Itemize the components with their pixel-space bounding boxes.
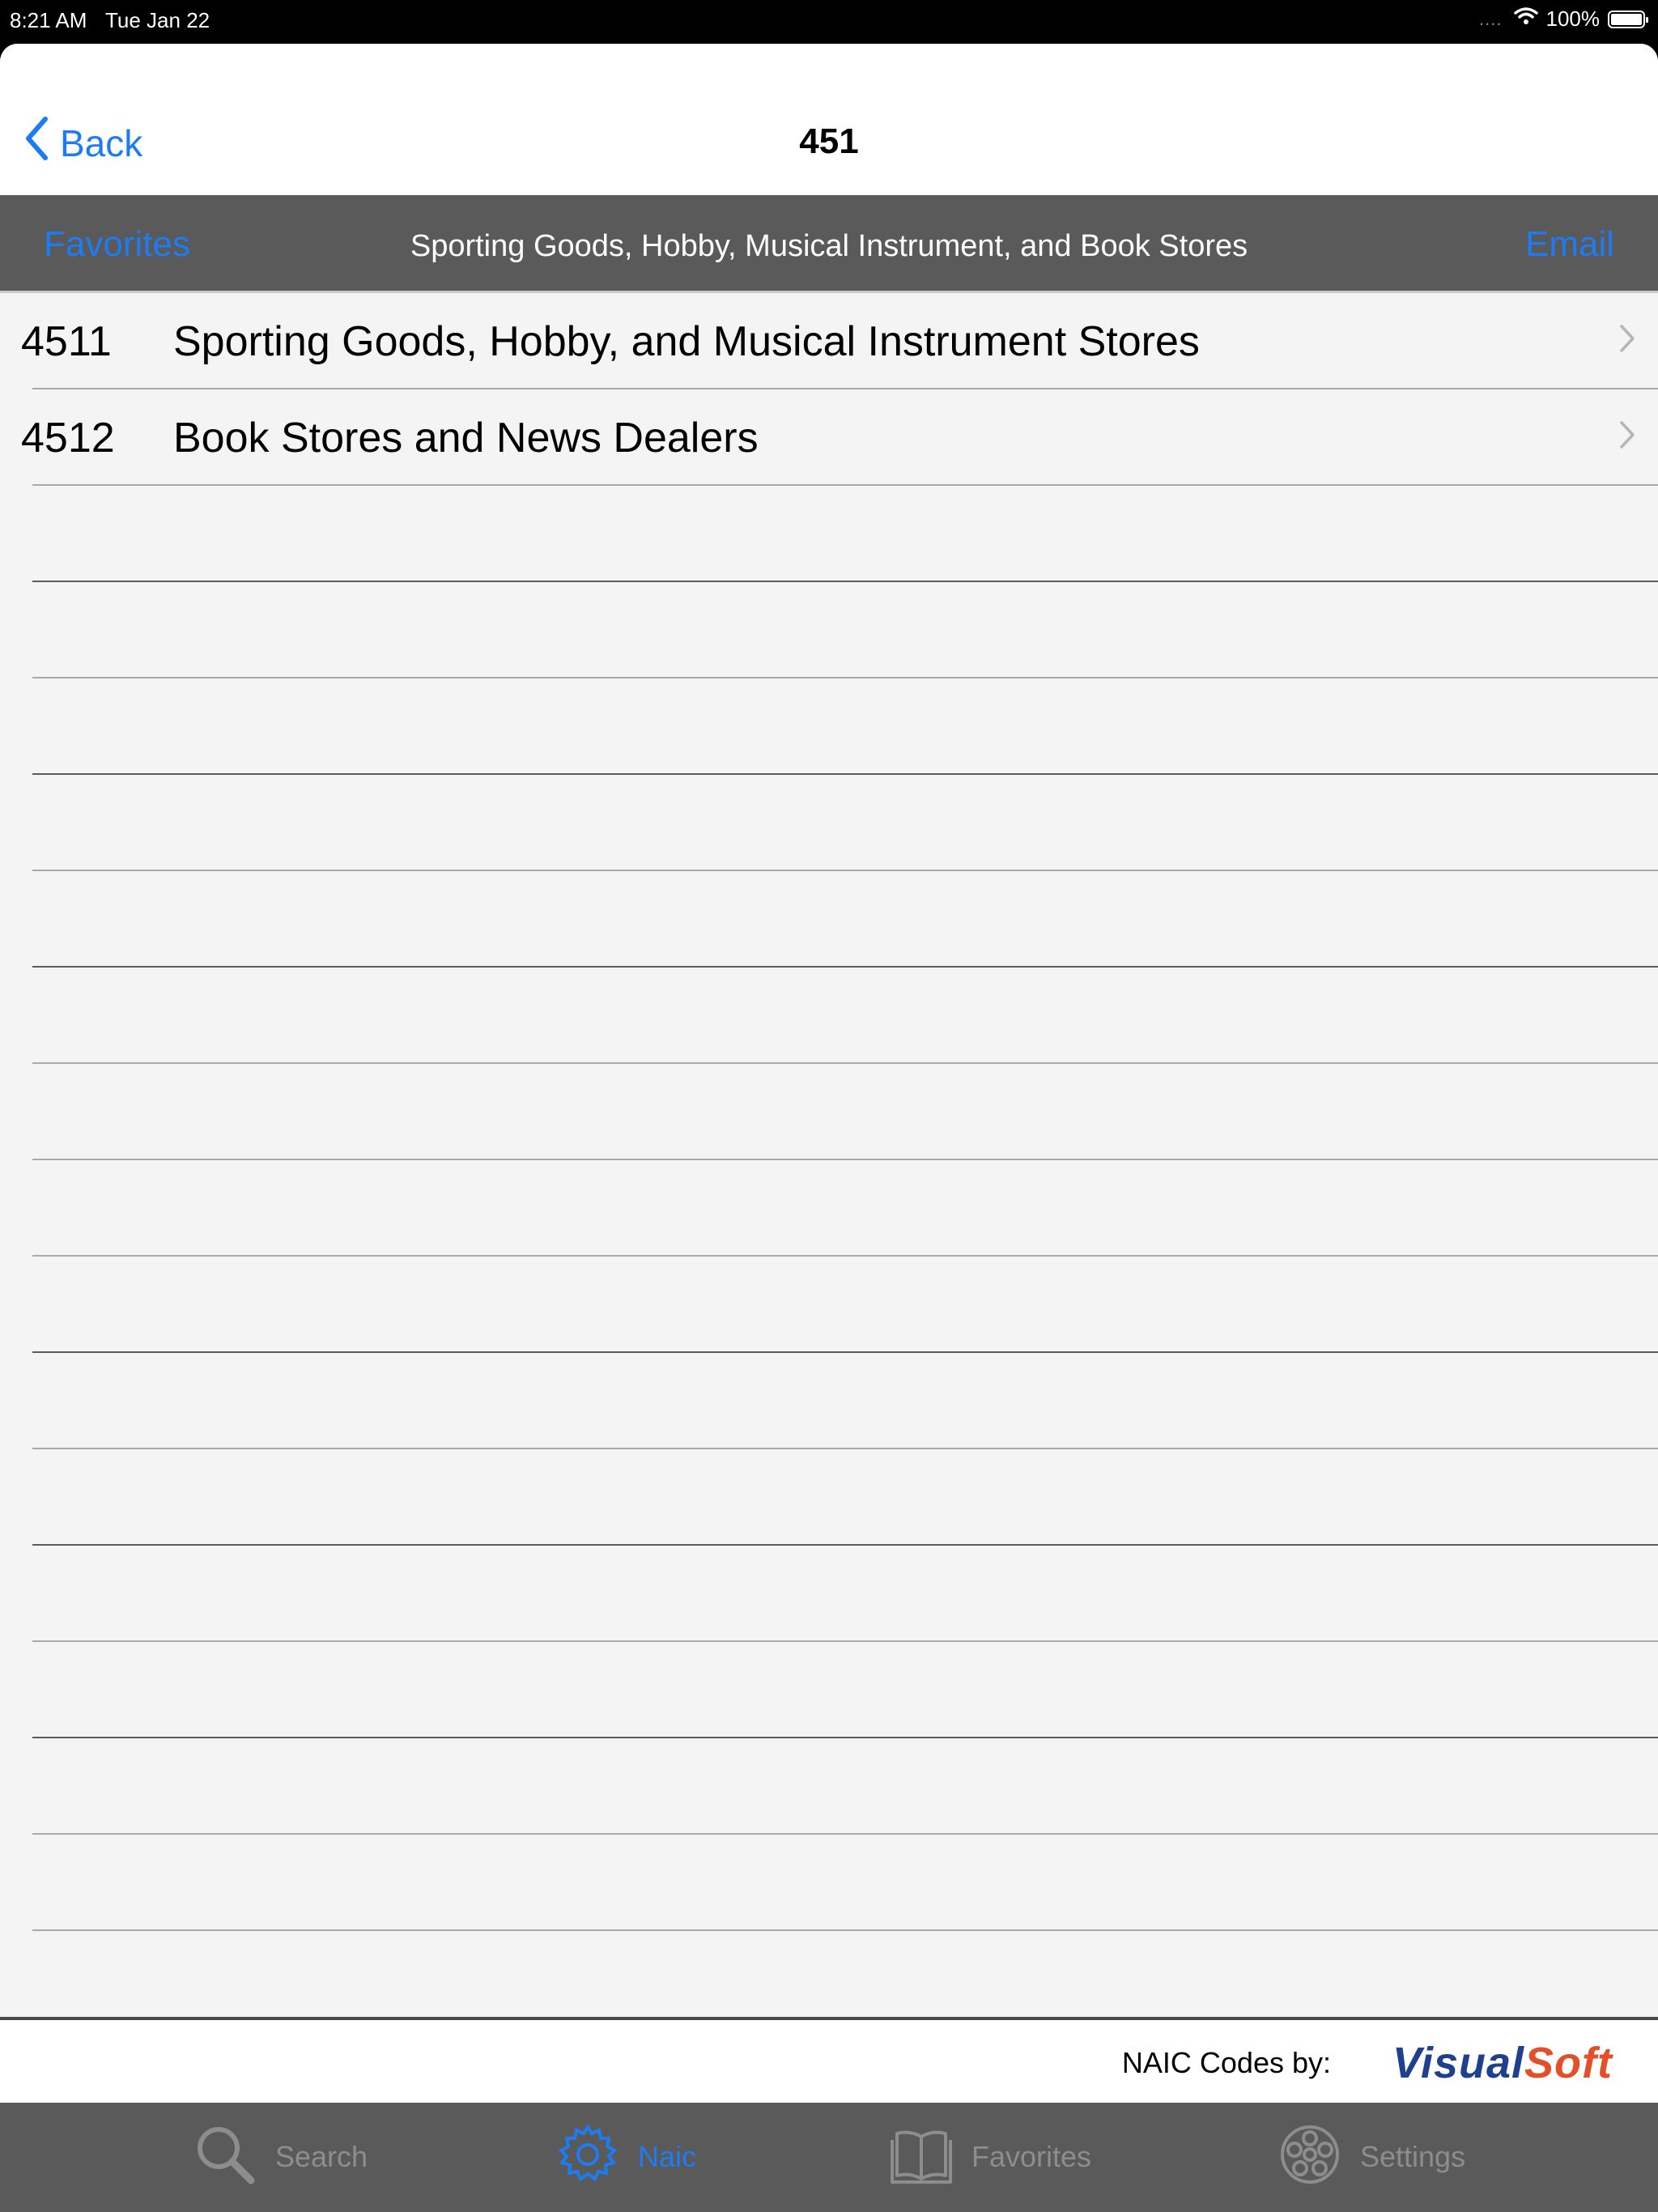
category-toolbar: Favorites Sporting Goods, Hobby, Musical… [0,195,1658,293]
email-button[interactable]: Email [1525,224,1614,265]
empty-row [32,1064,1658,1160]
app-window: Back 451 Favorites Sporting Goods, Hobby… [0,44,1658,2212]
battery-fill [1611,13,1642,25]
navigation-bar: Back 451 [0,44,1658,195]
empty-row [32,1449,1658,1546]
footer-credit: NAIC Codes by: VisualSoft [0,2017,1658,2103]
tab-favorites[interactable]: Favorites [889,2122,1091,2191]
page-title: 451 [799,121,859,161]
status-indicators: .... 100% [1479,6,1648,32]
status-date: Tue Jan 22 [105,8,210,32]
empty-row [32,1642,1658,1738]
empty-row [32,1738,1658,1835]
logo-part-visual: Visual [1392,2039,1525,2087]
row-code: 4512 [21,415,115,462]
empty-row [32,871,1658,968]
tab-label: Settings [1360,2139,1466,2173]
search-icon [193,2122,257,2191]
empty-row [32,1835,1658,1931]
film-reel-icon [1278,2122,1342,2191]
chevron-right-icon [1619,324,1635,357]
empty-row [32,1546,1658,1642]
tab-bar: Search Naic Favorites Settings [0,2103,1658,2212]
book-icon [889,2122,954,2191]
row-code: 4511 [21,318,112,365]
empty-row [32,678,1658,775]
logo-part-soft: Soft [1524,2039,1613,2087]
tab-naic[interactable]: Naic [555,2122,696,2191]
tab-settings[interactable]: Settings [1278,2122,1465,2191]
code-list: 4511 Sporting Goods, Hobby, and Musical … [0,293,1658,1931]
row-title: Sporting Goods, Hobby, and Musical Instr… [173,318,1200,365]
empty-row [32,1160,1658,1257]
tab-search[interactable]: Search [193,2122,368,2191]
tab-label: Naic [638,2139,697,2173]
tab-label: Favorites [971,2139,1092,2173]
empty-row [32,968,1658,1064]
wifi-icon [1513,6,1538,32]
tab-label: Search [275,2139,368,2173]
chevron-right-icon [1619,420,1635,453]
row-title: Book Stores and News Dealers [173,415,759,462]
empty-row [32,486,1658,582]
empty-row [32,582,1658,678]
gear-icon [555,2122,620,2191]
footer-label: NAIC Codes by: [1121,2046,1331,2079]
status-time: 8:21 AM [10,8,87,32]
visualsoft-logo: VisualSoft [1392,2038,1613,2088]
empty-row [32,1353,1658,1449]
signal-dots: .... [1479,8,1503,29]
list-item[interactable]: 4511 Sporting Goods, Hobby, and Musical … [21,293,1658,389]
empty-row [32,1257,1658,1353]
status-bar: 8:21 AM Tue Jan 22 .... 100% [0,0,1658,44]
empty-row [32,775,1658,871]
category-title: Sporting Goods, Hobby, Musical Instrumen… [410,229,1248,263]
list-item[interactable]: 4512 Book Stores and News Dealers [21,389,1658,486]
battery-icon [1608,10,1648,28]
battery-percent: 100% [1545,6,1601,31]
